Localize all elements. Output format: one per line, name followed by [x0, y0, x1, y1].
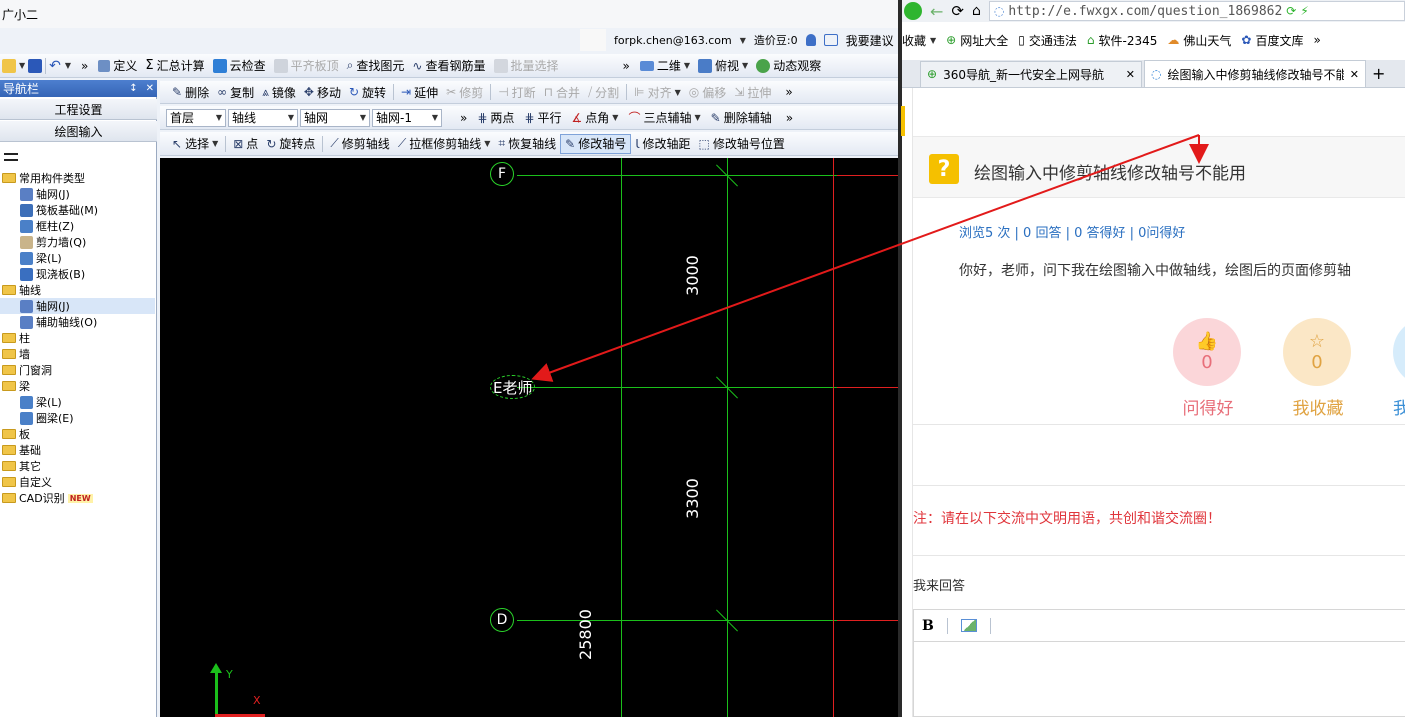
annotation-overlay — [531, 134, 1209, 382]
annotation-arrow-to-axis — [531, 134, 1200, 382]
